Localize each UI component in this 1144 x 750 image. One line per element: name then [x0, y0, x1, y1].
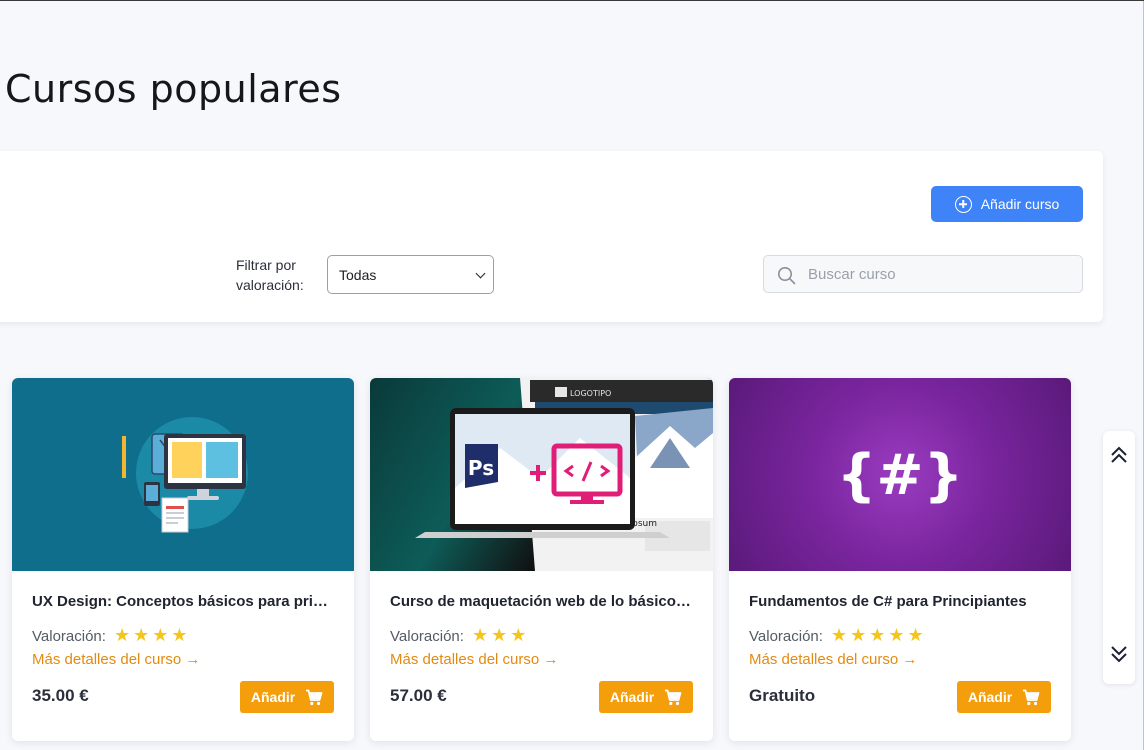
cart-icon [306, 689, 323, 705]
star-icon: ★ [491, 625, 508, 646]
star-icon: ★ [850, 625, 867, 646]
course-details-link[interactable]: Más detalles del curso → [749, 651, 917, 668]
filter-label: Filtrar por valoración: [236, 257, 304, 293]
ux-design-illustration-icon [122, 417, 248, 533]
course-card: LOGOTIPO m ipsum Ps Curso de maquetación… [370, 378, 713, 741]
add-to-cart-label: Añadir [250, 689, 296, 705]
course-price: 35.00 € [32, 686, 89, 705]
course-price: 57.00 € [390, 686, 447, 705]
course-image: {#} [729, 378, 1071, 571]
course-title: Curso de maquetación web de lo básico a … [390, 593, 695, 610]
rating-filter-value: Todas [339, 266, 377, 283]
rating-label: Valoración: [32, 627, 106, 645]
course-details-link[interactable]: Más detalles del curso → [32, 651, 200, 668]
rating-stars: ★ ★ ★ ★ [114, 627, 188, 645]
page-title: Cursos populares [5, 67, 342, 111]
double-chevron-down-icon[interactable] [1108, 643, 1130, 665]
cart-icon [1023, 689, 1040, 705]
course-image [12, 378, 354, 571]
star-icon: ★ [510, 625, 527, 646]
star-icon: ★ [471, 625, 489, 646]
star-icon: ★ [171, 625, 188, 646]
double-chevron-up-icon[interactable] [1108, 444, 1130, 466]
rating-label: Valoración: [749, 627, 823, 645]
cart-icon [665, 689, 682, 705]
plus-circle-icon [954, 195, 972, 213]
chevron-down-icon [475, 268, 486, 279]
add-course-button[interactable]: Añadir curso [931, 186, 1083, 222]
add-to-cart-label: Añadir [967, 689, 1013, 705]
add-course-label: Añadir curso [980, 196, 1060, 212]
ps-text: Ps [468, 456, 494, 480]
search-box [763, 255, 1083, 293]
course-rating: Valoración: ★ ★ ★ ★ [32, 627, 188, 645]
star-icon: ★ [888, 625, 905, 646]
star-icon: ★ [830, 625, 848, 646]
logotipo-text: LOGOTIPO [570, 389, 611, 398]
hash-braces-text: {#} [837, 443, 964, 508]
csharp-hash-braces-illustration-icon: {#} [837, 443, 964, 508]
course-card: {#} Fundamentos de C# para Principiantes… [729, 378, 1071, 741]
course-title: UX Design: Conceptos básicos para princi… [32, 593, 337, 610]
rating-stars: ★ ★ ★ [472, 627, 526, 645]
course-title: Fundamentos de C# para Principiantes [749, 593, 1027, 610]
filter-panel [0, 151, 1103, 322]
star-icon: ★ [133, 625, 150, 646]
add-to-cart-button[interactable]: Añadir [957, 681, 1051, 713]
add-to-cart-button[interactable]: Añadir [240, 681, 334, 713]
course-price: Gratuito [749, 686, 816, 705]
search-input[interactable] [808, 256, 1068, 292]
rating-label: Valoración: [390, 627, 464, 645]
photoshop-plus-code-illustration-icon: LOGOTIPO m ipsum Ps [415, 378, 713, 571]
add-to-cart-button[interactable]: Añadir [599, 681, 693, 713]
star-icon: ★ [113, 625, 131, 646]
star-icon: ★ [869, 625, 886, 646]
add-to-cart-label: Añadir [609, 689, 655, 705]
rating-filter-select[interactable]: Todas [327, 255, 494, 294]
course-details-link[interactable]: Más detalles del curso → [390, 651, 558, 668]
course-rating: Valoración: ★ ★ ★ [390, 627, 526, 645]
rating-stars: ★ ★ ★ ★ ★ [831, 627, 924, 645]
course-card: UX Design: Conceptos básicos para princi… [12, 378, 354, 741]
course-image: LOGOTIPO m ipsum Ps [370, 378, 713, 571]
star-icon: ★ [907, 625, 924, 646]
search-icon [778, 267, 796, 285]
course-rating: Valoración: ★ ★ ★ ★ ★ [749, 627, 924, 645]
star-icon: ★ [152, 625, 169, 646]
